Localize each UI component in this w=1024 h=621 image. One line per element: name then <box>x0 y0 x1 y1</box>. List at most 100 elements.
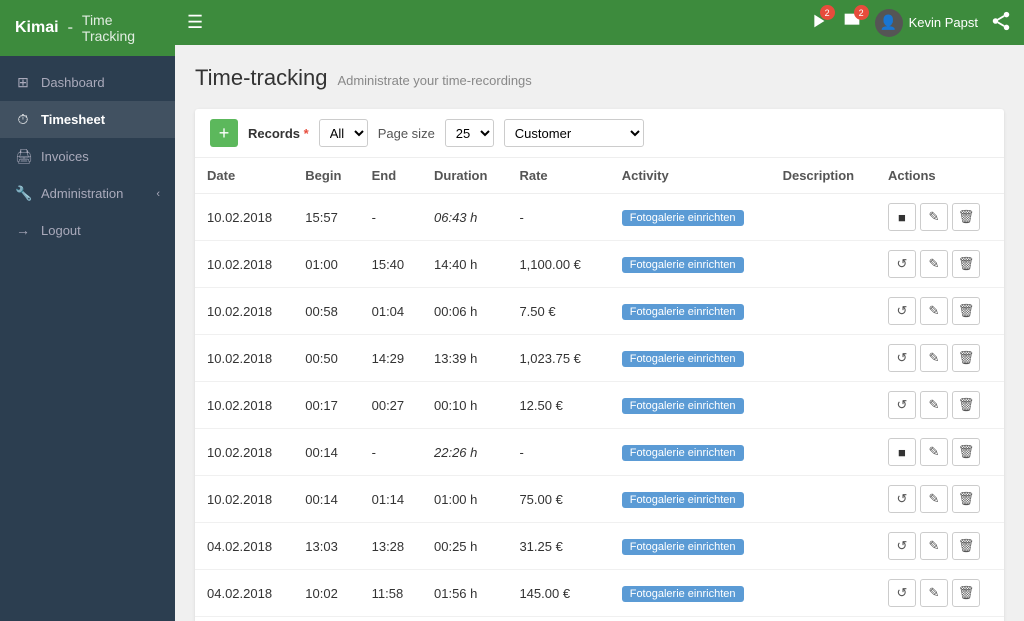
page-header: Time-tracking Administrate your time-rec… <box>195 65 1004 91</box>
table-row: 03.02.2018 21:22 22:22 01:00 h 75.00 € F… <box>195 617 1004 621</box>
edit-button[interactable]: ✎ <box>920 344 948 372</box>
cell-description <box>771 241 876 288</box>
table-row: 10.02.2018 00:17 00:27 00:10 h 12.50 € F… <box>195 382 1004 429</box>
restart-button[interactable]: ↺ <box>888 250 916 278</box>
edit-button[interactable]: ✎ <box>920 203 948 231</box>
table-row: 04.02.2018 10:02 11:58 01:56 h 145.00 € … <box>195 570 1004 617</box>
sidebar-item-dashboard[interactable]: ⊞ Dashboard <box>0 64 175 101</box>
edit-button[interactable]: ✎ <box>920 579 948 607</box>
table-header-row: Date Begin End Duration Rate Activity De… <box>195 158 1004 194</box>
cell-duration: 01:00 h <box>422 617 507 621</box>
edit-button[interactable]: ✎ <box>920 250 948 278</box>
messages-badge: 2 <box>854 5 869 20</box>
cell-duration: 01:00 h <box>422 476 507 523</box>
dashboard-icon: ⊞ <box>15 74 31 91</box>
messages-icon[interactable]: 2 <box>841 10 863 35</box>
user-menu[interactable]: 👤 Kevin Papst <box>875 9 978 37</box>
col-date: Date <box>195 158 293 194</box>
restart-button[interactable]: ↺ <box>888 391 916 419</box>
activity-badge: Fotogalerie einrichten <box>622 586 744 602</box>
edit-button[interactable]: ✎ <box>920 438 948 466</box>
topbar-right: 2 2 👤 Kevin Papst <box>807 9 1012 37</box>
table-row: 10.02.2018 01:00 15:40 14:40 h 1,100.00 … <box>195 241 1004 288</box>
restart-button[interactable]: ↺ <box>888 344 916 372</box>
col-rate: Rate <box>507 158 609 194</box>
cell-end: 11:58 <box>360 570 422 617</box>
sidebar-item-logout[interactable]: → Logout <box>0 212 175 248</box>
sidebar-item-administration[interactable]: 🔧 Administration ‹ <box>0 175 175 212</box>
restart-button[interactable]: ↺ <box>888 579 916 607</box>
sidebar-item-timesheet[interactable]: ⏱ Timesheet <box>0 101 175 138</box>
delete-button[interactable]: 🗑 <box>952 579 980 607</box>
cell-end: 01:14 <box>360 476 422 523</box>
edit-button[interactable]: ✎ <box>920 532 948 560</box>
delete-button[interactable]: 🗑 <box>952 485 980 513</box>
cell-duration: 00:10 h <box>422 382 507 429</box>
cell-end: - <box>360 429 422 476</box>
cell-date: 10.02.2018 <box>195 288 293 335</box>
cell-actions: ■ ✎ 🗑 <box>876 429 1004 476</box>
delete-button[interactable]: 🗑 <box>952 203 980 231</box>
cell-date: 03.02.2018 <box>195 617 293 621</box>
restart-button[interactable]: ↺ <box>888 297 916 325</box>
cell-rate: 1,100.00 € <box>507 241 609 288</box>
cell-end: 15:40 <box>360 241 422 288</box>
cell-activity: Fotogalerie einrichten <box>610 335 771 382</box>
delete-button[interactable]: 🗑 <box>952 391 980 419</box>
activity-badge: Fotogalerie einrichten <box>622 398 744 414</box>
timesheet-table: Date Begin End Duration Rate Activity De… <box>195 158 1004 621</box>
sidebar: Kimai - Time Tracking ⊞ Dashboard ⏱ Time… <box>0 0 175 621</box>
stop-button[interactable]: ■ <box>888 438 916 466</box>
delete-button[interactable]: 🗑 <box>952 344 980 372</box>
cell-begin: 00:14 <box>293 476 359 523</box>
records-label: Records * <box>248 126 309 141</box>
delete-button[interactable]: 🗑 <box>952 532 980 560</box>
cell-end: - <box>360 194 422 241</box>
cell-description <box>771 382 876 429</box>
records-select[interactable]: All <box>319 119 368 147</box>
sidebar-nav: ⊞ Dashboard ⏱ Timesheet 🖨 Invoices 🔧 Adm… <box>0 56 175 621</box>
page-size-label: Page size <box>378 126 435 141</box>
asterisk: * <box>300 126 309 141</box>
delete-button[interactable]: 🗑 <box>952 297 980 325</box>
timesheet-card: + Records * All Page size 25 Customer <box>195 109 1004 621</box>
page-size-select[interactable]: 25 <box>445 119 494 147</box>
app-logo: Kimai - Time Tracking <box>0 0 175 56</box>
sidebar-item-label: Administration <box>41 186 123 201</box>
cell-end: 01:04 <box>360 288 422 335</box>
cell-actions: ↺ ✎ 🗑 <box>876 335 1004 382</box>
sidebar-item-label: Timesheet <box>41 112 105 127</box>
play-notification-icon[interactable]: 2 <box>807 10 829 35</box>
edit-button[interactable]: ✎ <box>920 391 948 419</box>
activity-badge: Fotogalerie einrichten <box>622 257 744 273</box>
hamburger-icon[interactable]: ☰ <box>187 12 203 33</box>
delete-button[interactable]: 🗑 <box>952 438 980 466</box>
edit-button[interactable]: ✎ <box>920 297 948 325</box>
sidebar-item-invoices[interactable]: 🖨 Invoices <box>0 138 175 175</box>
cell-end: 00:27 <box>360 382 422 429</box>
cell-activity: Fotogalerie einrichten <box>610 429 771 476</box>
sidebar-item-label: Dashboard <box>41 75 105 90</box>
cell-duration: 00:06 h <box>422 288 507 335</box>
add-record-button[interactable]: + <box>210 119 238 147</box>
activity-badge: Fotogalerie einrichten <box>622 351 744 367</box>
restart-button[interactable]: ↺ <box>888 485 916 513</box>
cell-actions: ↺ ✎ 🗑 <box>876 476 1004 523</box>
cell-description <box>771 476 876 523</box>
delete-button[interactable]: 🗑 <box>952 250 980 278</box>
cell-actions: ↺ ✎ 🗑 <box>876 617 1004 621</box>
col-description: Description <box>771 158 876 194</box>
stop-button[interactable]: ■ <box>888 203 916 231</box>
edit-button[interactable]: ✎ <box>920 485 948 513</box>
cell-activity: Fotogalerie einrichten <box>610 523 771 570</box>
play-badge: 2 <box>820 5 835 20</box>
cell-duration: 22:26 h <box>422 429 507 476</box>
share-icon[interactable] <box>990 10 1012 35</box>
restart-button[interactable]: ↺ <box>888 532 916 560</box>
customer-select[interactable]: Customer <box>504 119 644 147</box>
col-actions: Actions <box>876 158 1004 194</box>
cell-description <box>771 570 876 617</box>
cell-begin: 00:50 <box>293 335 359 382</box>
cell-begin: 00:17 <box>293 382 359 429</box>
table-row: 10.02.2018 15:57 - 06:43 h - Fotogalerie… <box>195 194 1004 241</box>
